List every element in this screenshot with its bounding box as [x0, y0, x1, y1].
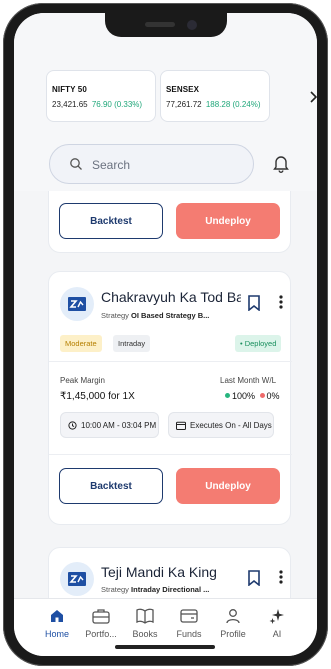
home-icon	[35, 605, 79, 627]
index-value: 23,421.65	[52, 100, 88, 109]
divider	[49, 361, 292, 362]
search-input[interactable]	[92, 155, 242, 175]
nav-label: Funds	[176, 629, 202, 639]
more-options-icon[interactable]	[279, 570, 283, 586]
strategy-type: Intraday Directional ...	[131, 585, 210, 594]
divider	[49, 454, 292, 455]
index-value: 77,261.72	[166, 100, 202, 109]
strategy-type: OI Based Strategy B...	[131, 311, 210, 320]
nav-home[interactable]: Home	[35, 605, 79, 639]
chevron-right-icon[interactable]	[309, 90, 317, 106]
execution-days-chip: Executes On - All Days	[168, 412, 274, 438]
undeploy-button[interactable]: Undeploy	[176, 468, 280, 504]
status-badge: • Deployed	[235, 335, 282, 352]
index-change: 188.28 (0.24%)	[205, 100, 261, 109]
notch	[105, 13, 227, 37]
bookmark-icon[interactable]	[248, 570, 260, 591]
nav-ai[interactable]: AI	[255, 605, 299, 639]
strategy-label: Strategy	[101, 585, 129, 594]
search-icon	[69, 157, 83, 176]
calendar-icon	[176, 421, 186, 430]
strategy-card[interactable]: Chakravyuh Ka Tod Ba... Strategy OI Base…	[48, 271, 292, 525]
briefcase-icon	[79, 605, 123, 627]
index-ticker-row: NIFTY 50 23,421.65 76.90 (0.33%) SENSEX …	[45, 70, 317, 124]
loss-dot	[259, 393, 265, 398]
win-dot	[225, 393, 230, 398]
time-window-text: 10:00 AM - 03:04 PM	[81, 420, 157, 430]
backtest-button[interactable]: Backtest	[59, 203, 163, 239]
camera	[187, 20, 197, 30]
strategy-logo	[60, 287, 94, 321]
header: NIFTY 50 23,421.65 76.90 (0.33%) SENSEX …	[14, 13, 317, 191]
index-name: SENSEX	[166, 85, 200, 94]
undeploy-button[interactable]: Undeploy	[176, 203, 280, 239]
nav-books[interactable]: Books	[123, 605, 167, 639]
strategy-card-next[interactable]: Teji Mandi Ka King Strategy Intraday Dir…	[48, 547, 291, 598]
wallet-icon	[167, 605, 211, 627]
peak-margin-label: Peak Margin	[60, 376, 105, 385]
index-name: NIFTY 50	[52, 85, 87, 94]
win-loss-label: Last Month W/L	[220, 376, 277, 385]
app-screen: NIFTY 50 23,421.65 76.90 (0.33%) SENSEX …	[14, 13, 317, 656]
speaker	[145, 22, 175, 27]
home-indicator	[115, 645, 215, 649]
peak-margin-value: ₹1,45,000 for 1X	[60, 391, 135, 402]
strategy-logo	[60, 562, 94, 596]
strategy-card-previous: Backtest Undeploy	[48, 191, 291, 253]
risk-tag: Moderate	[60, 335, 102, 352]
bookmark-icon[interactable]	[248, 295, 260, 316]
loss-percent: 0%	[266, 391, 280, 401]
strategy-label: Strategy	[101, 311, 129, 320]
backtest-button[interactable]: Backtest	[59, 468, 163, 504]
nav-label: Portfo...	[85, 629, 117, 639]
index-card-nifty[interactable]: NIFTY 50 23,421.65 76.90 (0.33%)	[46, 70, 156, 122]
win-percent: 100%	[232, 391, 256, 401]
person-icon	[211, 605, 255, 627]
nav-label: Books	[132, 629, 158, 639]
nav-label: Profile	[220, 629, 246, 639]
search-bar[interactable]	[49, 144, 254, 184]
strategy-list[interactable]: Backtest Undeploy Chakravyuh Ka Tod Ba..…	[14, 191, 317, 598]
nav-portfolio[interactable]: Portfo...	[79, 605, 123, 639]
nav-label: Home	[44, 629, 69, 639]
more-options-icon[interactable]	[279, 295, 283, 311]
type-tag: Intraday	[113, 335, 151, 352]
strategy-title[interactable]: Chakravyuh Ka Tod Ba...	[101, 289, 241, 305]
execution-days-text: Executes On - All Days	[190, 420, 272, 430]
clock-icon	[68, 420, 77, 430]
nav-label: AI	[272, 629, 282, 639]
book-icon	[123, 605, 167, 627]
sparkle-icon	[255, 605, 299, 627]
phone-frame: NIFTY 50 23,421.65 76.90 (0.33%) SENSEX …	[3, 3, 328, 666]
nav-funds[interactable]: Funds	[167, 605, 211, 639]
nav-profile[interactable]: Profile	[211, 605, 255, 639]
win-loss-values: 100% 0%	[223, 391, 280, 401]
time-window-chip: 10:00 AM - 03:04 PM	[60, 412, 159, 438]
index-change: 76.90 (0.33%)	[91, 100, 143, 109]
strategy-title[interactable]: Teji Mandi Ka King	[101, 564, 241, 580]
index-card-sensex[interactable]: SENSEX 77,261.72 188.28 (0.24%)	[160, 70, 270, 122]
bell-icon[interactable]	[273, 154, 289, 178]
